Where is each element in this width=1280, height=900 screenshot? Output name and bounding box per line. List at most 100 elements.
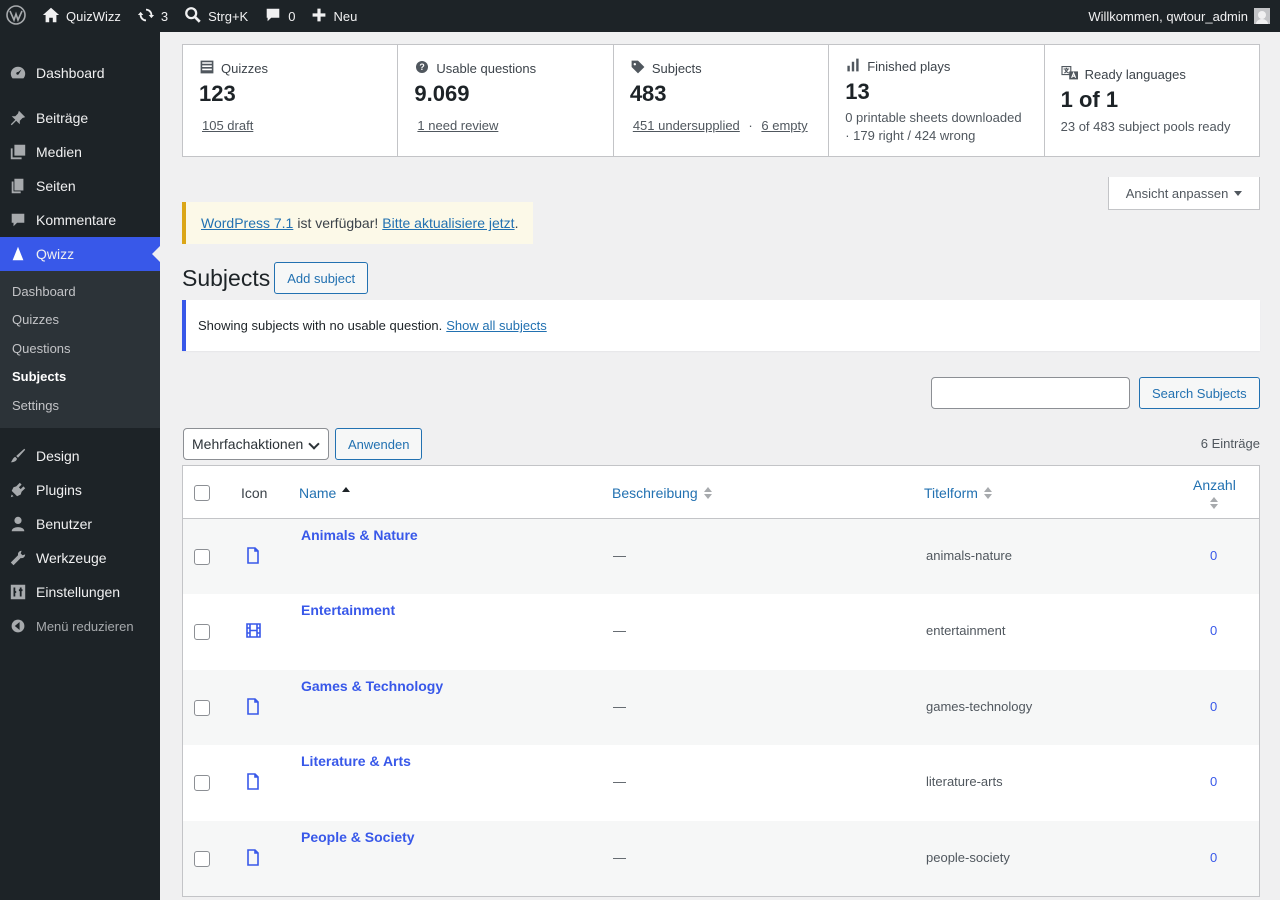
stats-panel: Quizzes 123 105 draft ? Usable questions… (182, 44, 1260, 157)
subject-name-link[interactable]: Animals & Nature (301, 527, 418, 543)
drafts-link[interactable]: 105 draft (202, 118, 253, 133)
column-count[interactable]: Anzahl (1193, 466, 1236, 519)
svg-text:?: ? (420, 62, 425, 72)
update-now-link[interactable]: Bitte aktualisiere jetzt (382, 215, 514, 231)
menu-label: Beiträge (36, 110, 89, 126)
nag-text: ist verfügbar! (297, 215, 379, 231)
subject-name-link[interactable]: Entertainment (301, 602, 395, 618)
empty-link[interactable]: 6 empty (761, 118, 807, 133)
comments-link[interactable]: 0 (256, 0, 303, 32)
stat-finished-plays: Finished plays 13 0 printable sheets dow… (829, 45, 1045, 156)
search-input[interactable] (931, 377, 1130, 409)
search-box: Search Subjects (931, 377, 1260, 409)
submenu-dashboard[interactable]: Dashboard (0, 278, 160, 306)
subject-name-link[interactable]: Literature & Arts (301, 753, 411, 769)
collapse-label: Menü reduzieren (36, 618, 134, 634)
submenu-quizzes[interactable]: Quizzes (0, 306, 160, 334)
row-checkbox[interactable] (194, 549, 210, 565)
page-title: Subjects (182, 264, 271, 291)
column-icon: Icon (241, 484, 268, 501)
row-checkbox[interactable] (194, 850, 210, 867)
plugin-icon (8, 480, 28, 500)
subject-count-link[interactable]: 0 (1210, 548, 1217, 563)
subject-count-link[interactable]: 0 (1210, 623, 1217, 638)
sort-indicator-icon (1210, 496, 1219, 509)
column-name[interactable]: Name (299, 466, 351, 519)
menu-tools[interactable]: Werkzeuge (0, 541, 160, 575)
stat-value: 123 (199, 81, 236, 106)
menu-design[interactable]: Design (0, 439, 160, 473)
table-row: Literature & Arts — literature-arts 0 (183, 745, 1259, 820)
wordpress-version-link[interactable]: WordPress 7.1 (201, 215, 293, 231)
submenu-questions[interactable]: Questions (0, 335, 160, 363)
column-description-link[interactable]: Beschreibung (612, 485, 698, 501)
menu-qwizz[interactable]: Qwizz (0, 237, 160, 271)
pages-icon (8, 176, 28, 196)
collapse-menu-button[interactable]: Menü reduzieren (0, 609, 160, 643)
subject-count-link[interactable]: 0 (1210, 850, 1217, 865)
show-all-subjects-link[interactable]: Show all subjects (446, 318, 546, 333)
row-checkbox[interactable] (194, 775, 210, 792)
menu-users[interactable]: Benutzer (0, 507, 160, 541)
avatar (1254, 8, 1270, 24)
separator: · (748, 118, 753, 133)
menu-dashboard[interactable]: Dashboard (0, 56, 160, 90)
wp-logo-menu[interactable] (0, 0, 34, 32)
menu-label: Qwizz (36, 246, 75, 262)
my-account[interactable]: Willkommen, qwtour_admin (1080, 0, 1280, 32)
page-header: Subjects Add subject (182, 262, 369, 294)
site-name-link[interactable]: QuizWizz (34, 0, 129, 32)
home-icon (42, 6, 60, 27)
help-icon: ? (414, 59, 430, 78)
nag-end: . (514, 215, 519, 231)
comments-count: 0 (288, 8, 296, 24)
need-review-link[interactable]: 1 need review (417, 118, 498, 133)
subject-count-link[interactable]: 0 (1210, 699, 1217, 714)
column-name-link[interactable]: Name (299, 485, 336, 501)
menu-plugins[interactable]: Plugins (0, 473, 160, 507)
menu-comments[interactable]: Kommentare (0, 203, 160, 237)
submenu-subjects[interactable]: Subjects (0, 363, 160, 391)
row-checkbox[interactable] (194, 624, 210, 641)
apply-button[interactable]: Anwenden (335, 428, 423, 460)
collapse-arrow-icon (8, 616, 28, 636)
brush-icon (8, 446, 28, 466)
file-icon (245, 773, 261, 793)
updates-count: 3 (160, 8, 169, 24)
table-row: Entertainment — entertainment 0 (183, 594, 1259, 669)
column-count-link[interactable]: Anzahl (1193, 477, 1236, 493)
screen-options-button[interactable]: Ansicht anpassen (1108, 177, 1260, 210)
right-wrong: · 179 right / 424 wrong (845, 128, 976, 143)
sort-indicator-icon (983, 486, 992, 499)
stat-quizzes: Quizzes 123 105 draft (183, 45, 399, 156)
search-subjects-button[interactable]: Search Subjects (1139, 377, 1260, 409)
new-label: Neu (333, 8, 358, 24)
column-slug-link[interactable]: Titelform (924, 485, 978, 501)
new-content-link[interactable]: Neu (303, 0, 365, 32)
subject-slug: games-technology (926, 698, 1033, 714)
column-slug[interactable]: Titelform (924, 466, 992, 519)
command-search[interactable]: Strg+K (176, 0, 256, 32)
subject-name-link[interactable]: People & Society (301, 829, 415, 845)
undersupplied-link[interactable]: 451 undersupplied (633, 118, 740, 133)
table-header: Icon Name Beschreibung Titelform Anzahl (183, 466, 1259, 519)
stat-value: 13 (845, 79, 870, 104)
updates-link[interactable]: 3 (129, 0, 176, 32)
menu-posts[interactable]: Beiträge (0, 101, 160, 135)
file-icon (245, 697, 261, 718)
select-all-checkbox[interactable] (194, 484, 210, 501)
subject-name-link[interactable]: Games & Technology (301, 678, 443, 694)
items-count: 6 Einträge (1200, 436, 1260, 451)
bar-chart-icon (845, 57, 861, 76)
row-checkbox[interactable] (194, 699, 210, 716)
menu-settings[interactable]: Einstellungen (0, 575, 160, 609)
search-shortcut: Strg+K (208, 8, 249, 24)
bulk-actions-select[interactable]: Mehrfachaktionen (183, 428, 329, 460)
menu-label: Design (36, 448, 80, 465)
subject-count-link[interactable]: 0 (1210, 774, 1217, 789)
menu-media[interactable]: Medien (0, 135, 160, 169)
add-subject-button[interactable]: Add subject (274, 262, 369, 294)
menu-pages[interactable]: Seiten (0, 169, 160, 203)
submenu-settings[interactable]: Settings (0, 392, 160, 420)
column-description[interactable]: Beschreibung (612, 466, 712, 519)
